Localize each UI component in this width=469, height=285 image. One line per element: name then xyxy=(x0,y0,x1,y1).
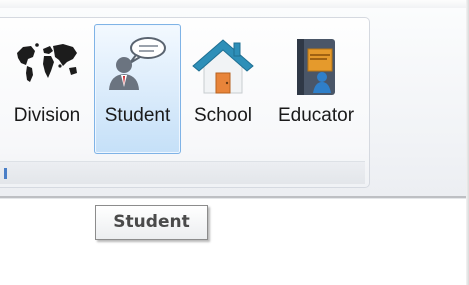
student-icon xyxy=(108,37,166,90)
world-map-icon xyxy=(17,43,77,82)
school-button[interactable]: School xyxy=(187,24,259,154)
book-icon xyxy=(297,39,335,95)
group-footer-marker xyxy=(4,168,7,179)
educator-label: Educator xyxy=(277,105,355,126)
ribbon-group-footer xyxy=(0,161,365,184)
educator-button[interactable]: Educator xyxy=(270,24,362,154)
ribbon-bottom-highlight xyxy=(0,198,469,199)
school-label: School xyxy=(193,105,253,126)
division-button[interactable]: Division xyxy=(2,24,92,154)
student-button[interactable]: Student xyxy=(94,24,181,154)
division-label: Division xyxy=(13,105,81,126)
student-label: Student xyxy=(104,105,171,126)
student-tooltip: Student xyxy=(95,205,208,240)
school-house-icon xyxy=(192,39,254,94)
